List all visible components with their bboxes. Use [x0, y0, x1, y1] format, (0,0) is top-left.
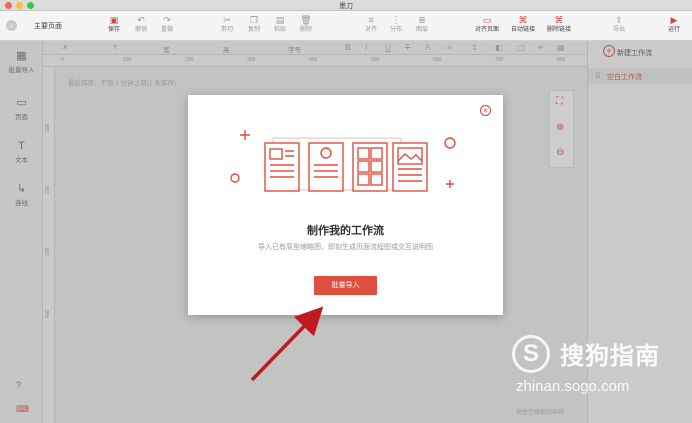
distribute-button[interactable]: ⋮ 分布	[383, 14, 409, 39]
circle-decoration-icon	[444, 137, 456, 149]
undo-button[interactable]: ↶ 撤销	[128, 14, 154, 39]
title-bar: 墨刀	[0, 0, 692, 11]
plus-decoration-icon	[446, 180, 454, 188]
cut-button[interactable]: ✂ 剪切	[214, 14, 240, 39]
close-dialog-button[interactable]: ×	[480, 105, 491, 116]
batch-import-button[interactable]: 批量导入	[314, 276, 377, 295]
card-profile-icon	[308, 142, 344, 192]
align-button[interactable]: ≡ 对齐	[358, 14, 384, 39]
workflow-illustration	[230, 130, 456, 192]
save-button[interactable]: ▣ 保存	[101, 14, 127, 39]
dialog-title: 制作我的工作流	[307, 225, 384, 237]
layers-icon: ≣	[418, 15, 426, 25]
toolbar: ‹ 主要页面 ▣ 保存 ↶ 撤销 ↷ 重做 ✂ 剪切 ❐ 复制 ▤ 粘贴 🗑 删…	[0, 11, 692, 41]
export-icon: ⇪	[615, 15, 623, 25]
align-icon: ≡	[368, 15, 374, 25]
plus-decoration-icon	[240, 130, 250, 140]
delete-button[interactable]: 🗑 删除	[293, 14, 319, 39]
watermark-url: zhinan.sogo.com	[516, 378, 630, 395]
copy-button[interactable]: ❐ 复制	[241, 14, 267, 39]
watermark-logo: S	[512, 335, 550, 373]
circle-decoration-icon	[230, 173, 240, 183]
paste-icon: ▤	[275, 15, 285, 25]
redo-button[interactable]: ↷ 重做	[154, 14, 180, 39]
dialog-description: 导入已有原型缩略图，即刻生成页面流程图或交互说明图	[258, 244, 433, 251]
window-title: 墨刀	[339, 3, 353, 10]
save-icon: ▣	[109, 15, 119, 25]
copy-icon: ❐	[249, 15, 259, 25]
run-button[interactable]: ▶ 运行	[661, 14, 687, 39]
align-page-button[interactable]: ▭ 对齐页面	[470, 14, 504, 39]
watermark-text: 搜狗指南	[560, 343, 660, 370]
delete-icon: 🗑	[300, 15, 312, 25]
cut-icon: ✂	[223, 15, 231, 25]
run-icon: ▶	[670, 15, 678, 25]
back-button[interactable]: ‹	[6, 20, 17, 31]
auto-link-icon: ⌘	[518, 15, 528, 25]
export-button[interactable]: ⇪ 导出	[606, 14, 632, 39]
undo-icon: ↶	[137, 15, 145, 25]
delete-link-icon: ⌘	[554, 15, 564, 25]
delete-link-button[interactable]: ⌘ 删除链接	[542, 14, 576, 39]
redo-icon: ↷	[163, 15, 171, 25]
distribute-icon: ⋮	[391, 15, 401, 25]
layers-button[interactable]: ≣ 图层	[409, 14, 435, 39]
page-tab[interactable]: 主要页面	[34, 21, 62, 31]
align-page-icon: ▭	[482, 15, 492, 25]
paste-button[interactable]: ▤ 粘贴	[267, 14, 293, 39]
auto-link-button[interactable]: ⌘ 自动链接	[506, 14, 540, 39]
